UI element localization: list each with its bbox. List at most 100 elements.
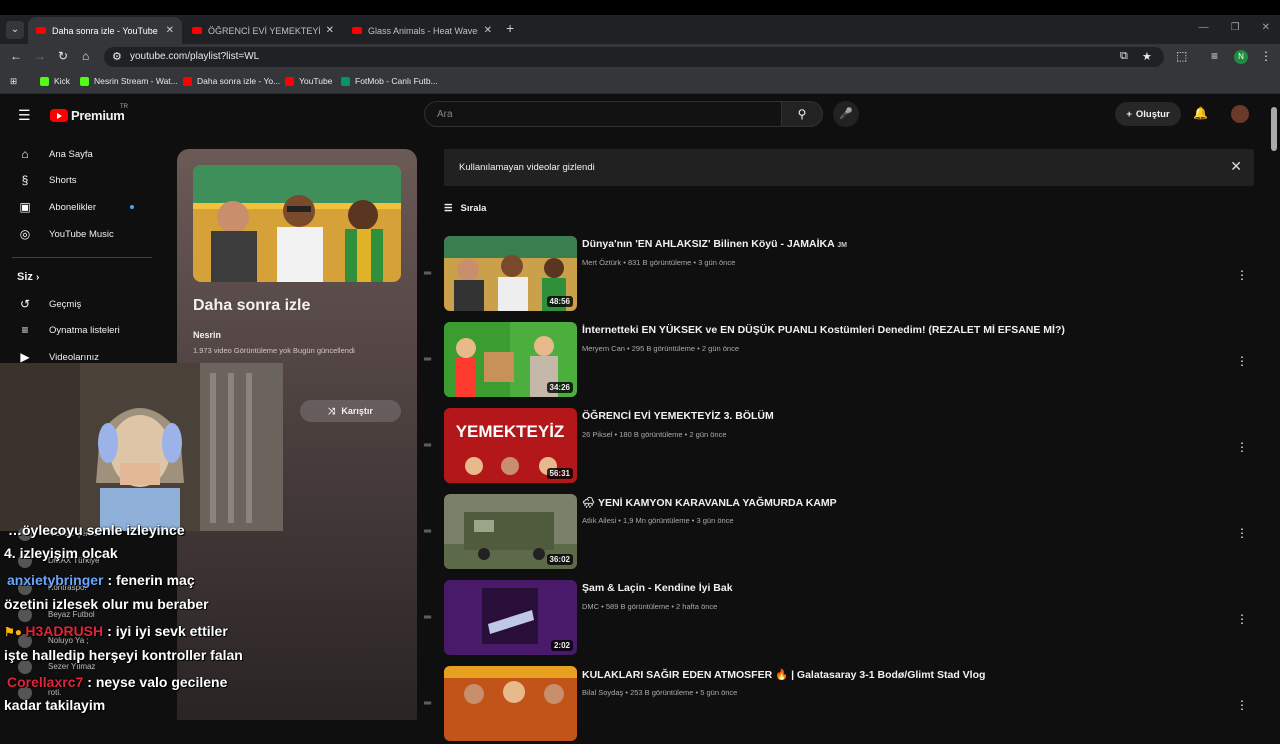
sidebar-you-header[interactable]: Siz › [17, 271, 39, 283]
video-thumbnail[interactable]: YEMEKTEYİZ 56:31 [444, 408, 577, 483]
plus-icon: + [1126, 108, 1132, 120]
bookmark-kick[interactable]: Kick [40, 76, 70, 86]
video-title[interactable]: ÖĞRENCİ EVİ YEMEKTEYİZ 3. BÖLÜM [582, 410, 774, 422]
drag-handle-icon[interactable]: ═ [424, 440, 431, 451]
youtube-favicon-icon [285, 76, 294, 86]
video-title[interactable]: Şam & Laçin - Kendine İyi Bak [582, 582, 733, 594]
sidebar-item-playlists[interactable]: ≡ Oynatma listeleri [0, 317, 168, 343]
drag-handle-icon[interactable]: ═ [424, 698, 431, 709]
tab-close-icon[interactable]: ✕ [166, 25, 174, 36]
bookmark-fotmob[interactable]: FotMob - Canlı Futb... [341, 76, 438, 86]
search-input[interactable]: Ara [424, 101, 782, 127]
video-title[interactable]: İnternetteki EN YÜKSEK ve EN DÜŞÜK PUANL… [582, 324, 1065, 336]
sidebar-item-shorts[interactable]: § Shorts [0, 167, 168, 193]
chat-text: …öylecoyu senle izleyince [8, 522, 185, 538]
account-avatar[interactable] [1231, 105, 1249, 123]
home-icon: ⌂ [21, 147, 29, 161]
chat-text: kadar takilayim [4, 697, 106, 713]
drag-handle-icon[interactable]: ═ [424, 526, 431, 537]
forward-icon[interactable]: → [34, 49, 46, 63]
chat-badge-icons: ⚑● [4, 625, 26, 639]
bookmark-star-icon[interactable]: ★ [1142, 50, 1152, 63]
minimize-icon[interactable]: — [1199, 22, 1209, 33]
home-page-icon[interactable]: ⌂ [82, 49, 89, 63]
playlist-owner[interactable]: Nesrin [193, 330, 221, 340]
site-info-icon[interactable]: ⚙ [112, 50, 122, 63]
close-icon[interactable]: ✕ [1230, 158, 1242, 175]
chat-text: işte halledip herşeyi kontroller falan [4, 647, 243, 663]
sidebar-item-home[interactable]: ⌂ Ana Sayfa [0, 141, 168, 167]
bookmark-youtube[interactable]: YouTube [285, 76, 332, 86]
subscriptions-icon: ▣ [19, 200, 31, 214]
media-controls-icon[interactable]: ≡ [1211, 49, 1218, 63]
playlist-video-row[interactable]: ═ 36:02 🌧 YENİ KAMYON KARAVANLA YAĞMURDA… [424, 494, 1254, 572]
playlist-cover-image[interactable] [193, 165, 401, 282]
bookmark-watch-later[interactable]: Daha sonra izle - Yo... [183, 76, 280, 86]
drag-handle-icon[interactable]: ═ [424, 612, 431, 623]
notifications-bell-icon[interactable]: 🔔 [1193, 106, 1208, 120]
more-options-icon[interactable]: ⋮ [1236, 354, 1248, 368]
window-close-icon[interactable]: ✕ [1262, 22, 1270, 33]
sidebar-item-subscriptions[interactable]: ▣ Abonelikler [0, 194, 168, 220]
you-label: Siz [17, 271, 33, 283]
voice-search-button[interactable]: 🎤 [833, 101, 859, 127]
menu-icon[interactable]: ☰ [18, 107, 31, 124]
sidebar-item-label: Abonelikler [49, 201, 96, 213]
tab-yemekteyiz[interactable]: ÖĞRENCİ EVİ YEMEKTEYİZ 3. B ✕ [184, 17, 342, 44]
video-thumbnail[interactable]: 2:02 [444, 580, 577, 655]
more-options-icon[interactable]: ⋮ [1236, 526, 1248, 540]
video-thumbnail[interactable]: 48:56 [444, 236, 577, 311]
chat-text: : neyse valo gecilene [87, 674, 228, 690]
sidebar-item-history[interactable]: ↺ Geçmiş [0, 291, 168, 317]
shorts-icon: § [21, 173, 29, 187]
playlist-video-row[interactable]: ═ YEMEKTEYİZ 56:31 ÖĞRENCİ EVİ YEMEKTEYİ… [424, 408, 1254, 486]
new-tab-icon[interactable]: + [506, 20, 514, 36]
video-thumbnail[interactable]: 36:02 [444, 494, 577, 569]
video-title[interactable]: KULAKLARI SAĞIR EDEN ATMOSFER 🔥 | Galata… [582, 668, 985, 681]
video-thumbnail[interactable] [444, 666, 577, 741]
omnibox[interactable]: ⚙ youtube.com/playlist?list=WL ⧉ ★ [104, 47, 1164, 67]
browser-menu-icon[interactable]: ⋮ [1260, 49, 1272, 63]
sidebar-item-youtube-music[interactable]: ◎ YouTube Music [0, 221, 168, 247]
more-options-icon[interactable]: ⋮ [1236, 698, 1248, 712]
tab-close-icon[interactable]: ✕ [326, 25, 334, 36]
shuffle-button[interactable]: ⤨ Karıştır [300, 400, 401, 422]
playlist-video-row[interactable]: ═ 2:02 Şam & Laçin - Kendine İyi Bak DMC… [424, 580, 1254, 658]
tab-search-icon[interactable]: ⌄ [6, 21, 24, 39]
extensions-icon[interactable]: ⬚ [1176, 49, 1187, 63]
microphone-icon: 🎤 [839, 108, 853, 120]
drag-handle-icon[interactable]: ═ [424, 268, 431, 279]
more-options-icon[interactable]: ⋮ [1236, 440, 1248, 454]
sort-button[interactable]: ☰ Sırala [444, 203, 486, 214]
tab-close-icon[interactable]: ✕ [484, 25, 492, 36]
back-icon[interactable]: ← [10, 49, 22, 63]
reload-icon[interactable]: ↻ [58, 49, 68, 63]
bookmark-nesrin-stream[interactable]: Nesrin Stream - Wat... [80, 76, 178, 86]
chat-username: anxietybringer [7, 572, 104, 588]
search-placeholder: Ara [437, 109, 453, 120]
tab-watch-later[interactable]: Daha sonra izle - YouTube ✕ [28, 17, 182, 44]
playlist-video-row[interactable]: ═ 34:26 İnternetteki EN YÜKSEK ve EN DÜŞ… [424, 322, 1254, 400]
install-app-icon[interactable]: ⧉ [1120, 50, 1128, 63]
more-options-icon[interactable]: ⋮ [1236, 268, 1248, 282]
create-button[interactable]: + Oluştur [1115, 102, 1181, 126]
more-options-icon[interactable]: ⋮ [1236, 612, 1248, 626]
video-meta: Mert Öztürk • 831 B görüntüleme • 3 gün … [582, 258, 736, 267]
profile-avatar[interactable]: N [1234, 50, 1248, 64]
maximize-icon[interactable]: ❐ [1231, 22, 1240, 33]
search-button[interactable]: ⚲ [781, 101, 823, 127]
url-text[interactable]: youtube.com/playlist?list=WL [130, 51, 259, 62]
video-thumbnail[interactable]: 34:26 [444, 322, 577, 397]
chat-message: ⚑● H3ADRUSH: iyi iyi sevk ettiler [4, 623, 228, 639]
thumbnail-caption: YEMEKTEYİZ [456, 422, 565, 441]
tab-heat-waves[interactable]: Glass Animals - Heat Waves - Y ✕ [344, 17, 500, 44]
chat-text: : iyi iyi sevk ettiler [107, 623, 228, 639]
page-scrollbar[interactable] [1271, 107, 1277, 151]
drag-handle-icon[interactable]: ═ [424, 354, 431, 365]
youtube-premium-logo[interactable]: Premium TR [50, 104, 128, 123]
playlist-video-row[interactable]: ═ KULAKLARI SAĞIR EDEN ATMOSFER 🔥 | Gala… [424, 666, 1254, 744]
playlist-video-row[interactable]: ═ 48:56 Dünya'nın 'EN AHLAKSIZ' Bilinen … [424, 236, 1254, 314]
apps-grid-icon[interactable]: ⊞ [10, 76, 17, 87]
video-title[interactable]: Dünya'nın 'EN AHLAKSIZ' Bilinen Köyü - J… [582, 238, 847, 250]
video-title[interactable]: 🌧 YENİ KAMYON KARAVANLA YAĞMURDA KAMP [582, 496, 837, 509]
